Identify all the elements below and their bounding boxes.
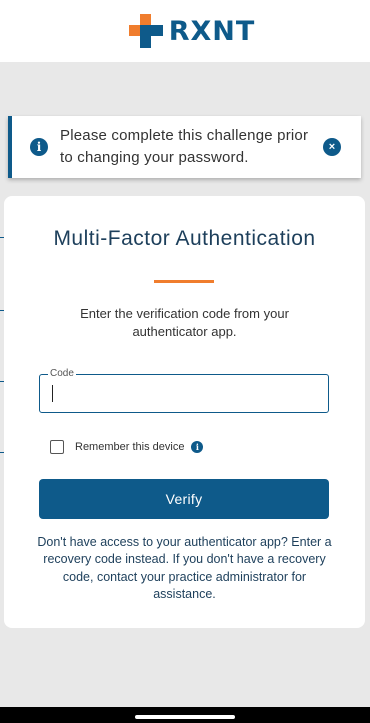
system-navigation-bar bbox=[0, 707, 370, 723]
info-icon: i bbox=[30, 138, 48, 156]
text-caret bbox=[52, 385, 53, 402]
verify-button[interactable]: Verify bbox=[39, 479, 329, 519]
challenge-alert: i Please complete this challenge prior t… bbox=[8, 116, 361, 178]
instructions-text: Enter the verification code from your au… bbox=[80, 306, 289, 339]
close-icon[interactable]: × bbox=[323, 138, 341, 156]
code-input[interactable] bbox=[50, 383, 320, 405]
rxnt-logo: RXNT bbox=[128, 14, 256, 48]
title-underline bbox=[154, 280, 214, 283]
alert-message: Please complete this challenge prior to … bbox=[60, 127, 309, 166]
app-header: RXNT bbox=[0, 0, 370, 62]
brand-name: RXNT bbox=[168, 15, 256, 47]
rxnt-cross-icon bbox=[128, 14, 163, 48]
code-field[interactable]: Code bbox=[39, 368, 329, 413]
remember-device-checkbox[interactable] bbox=[50, 440, 64, 454]
mfa-card: Multi-Factor Authentication Enter the ve… bbox=[4, 196, 365, 628]
code-label: Code bbox=[48, 368, 76, 380]
page-title: Multi-Factor Authentication bbox=[53, 227, 316, 250]
recovery-help-text: Don't have access to your authenticator … bbox=[37, 535, 332, 601]
remember-device-label[interactable]: Remember this device bbox=[75, 441, 184, 453]
info-icon[interactable]: i bbox=[191, 441, 204, 453]
home-indicator[interactable] bbox=[135, 715, 235, 719]
remember-device-row[interactable]: Remember this device i bbox=[50, 439, 204, 455]
